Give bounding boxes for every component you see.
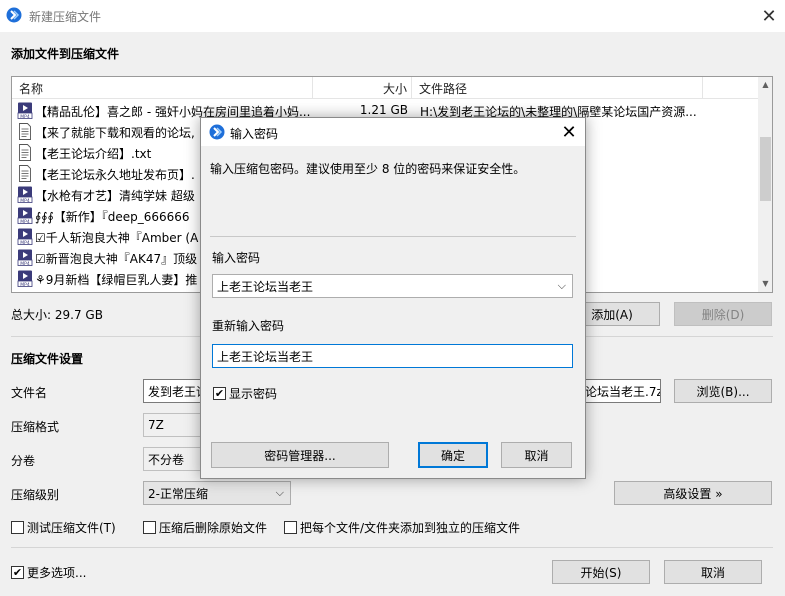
svg-text:MP4: MP4 [20,219,30,224]
svg-text:MP4: MP4 [20,240,30,245]
cancel-button[interactable]: 取消 [664,560,762,584]
text-file-icon [17,144,33,161]
app-logo-icon [6,7,22,23]
scroll-up-icon[interactable]: ▲ [758,77,772,92]
divider [11,547,773,548]
filename-field-left[interactable]: 发到老王论 [143,379,205,403]
divider [210,236,576,237]
level-select-value: 2-正常压缩 [148,486,208,501]
separate-archives-checkbox[interactable] [284,521,297,534]
video-file-icon: MP4 [17,186,33,204]
split-select[interactable]: 不分卷 [143,447,205,471]
window-close-icon[interactable]: ✕ [757,4,781,28]
password-manager-button[interactable]: 密码管理器... [211,442,389,468]
more-options-label[interactable]: 更多选项... [27,564,86,581]
show-password-checkbox[interactable]: ✔ [213,387,226,400]
start-button[interactable]: 开始(S) [552,560,650,584]
settings-heading: 压缩文件设置 [11,352,84,366]
column-header-path[interactable]: 文件路径 [419,80,467,97]
ok-button[interactable]: 确定 [418,442,488,468]
level-label: 压缩级别 [11,488,60,502]
dialog-title: 输入密码 [230,127,279,141]
level-select[interactable]: 2-正常压缩 ⌵ [143,481,291,505]
more-options-checkbox[interactable]: ✔ [11,566,24,579]
advanced-settings-button[interactable]: 高级设置 » [614,481,772,505]
video-file-icon: MP4 [17,228,33,246]
scroll-down-icon[interactable]: ▼ [758,276,772,291]
title-bar: 新建压缩文件 ✕ [0,0,785,32]
file-list-header: 名称 大小 文件路径 [12,77,758,99]
checkmark-icon: ✔ [214,387,225,400]
test-archive-checkbox[interactable] [11,521,24,534]
svg-text:MP4: MP4 [20,114,30,119]
column-divider[interactable] [411,77,412,99]
scroll-thumb[interactable] [760,137,771,201]
file-list-scrollbar[interactable]: ▲ ▼ [758,77,772,292]
delete-after-label[interactable]: 压缩后删除原始文件 [159,519,267,536]
filename-label: 文件名 [11,386,48,400]
video-file-icon: MP4 [17,249,33,267]
show-password-label[interactable]: 显示密码 [229,385,277,402]
app-logo-icon [209,124,225,140]
filename-field-right[interactable]: 论坛当老王.7z [580,379,661,403]
video-file-icon: MP4 [17,102,33,120]
dialog-cancel-button[interactable]: 取消 [501,442,572,468]
video-file-icon: MP4 [17,207,33,225]
split-label: 分卷 [11,454,36,468]
delete-button[interactable]: 删除(D) [674,302,772,326]
column-divider[interactable] [702,77,703,99]
format-select[interactable]: 7Z [143,413,205,437]
password-input[interactable]: 上老王论坛当老王 ⌵ [212,274,573,298]
dialog-title-bar: 输入密码 ✕ [201,118,585,146]
chevron-down-icon: ⌵ [275,486,284,499]
column-header-name[interactable]: 名称 [19,80,43,97]
dialog-hint: 输入压缩包密码。建议使用至少 8 位的密码来保证安全性。 [210,162,526,176]
browse-button[interactable]: 浏览(B)... [674,379,772,403]
add-section-heading: 添加文件到压缩文件 [11,47,120,61]
separate-archives-label[interactable]: 把每个文件/文件夹添加到独立的压缩文件 [300,519,520,536]
svg-text:MP4: MP4 [20,261,30,266]
password-value: 上老王论坛当老王 [217,279,314,294]
column-header-size[interactable]: 大小 [383,80,407,97]
delete-after-checkbox[interactable] [143,521,156,534]
window-title: 新建压缩文件 [29,10,102,24]
text-file-icon [17,165,33,182]
chevron-down-icon[interactable]: ⌵ [558,279,566,293]
reenter-password-input[interactable]: 上老王论坛当老王 [212,344,573,368]
reenter-password-label: 重新输入密码 [212,319,285,333]
dialog-close-icon[interactable]: ✕ [557,120,581,144]
text-file-icon [17,123,33,140]
format-label: 压缩格式 [11,420,60,434]
password-label: 输入密码 [212,251,261,265]
test-archive-label[interactable]: 测试压缩文件(T) [27,519,116,536]
svg-text:MP4: MP4 [20,282,30,287]
svg-text:MP4: MP4 [20,198,30,203]
file-size-cell: 1.21 GB [359,103,408,117]
video-file-icon: MP4 [17,270,33,288]
checkmark-icon: ✔ [12,566,23,579]
password-dialog: 输入密码 ✕ 输入压缩包密码。建议使用至少 8 位的密码来保证安全性。 输入密码… [200,117,586,479]
total-size-label: 总大小: 29.7 GB [11,308,103,322]
column-divider[interactable] [312,77,313,99]
